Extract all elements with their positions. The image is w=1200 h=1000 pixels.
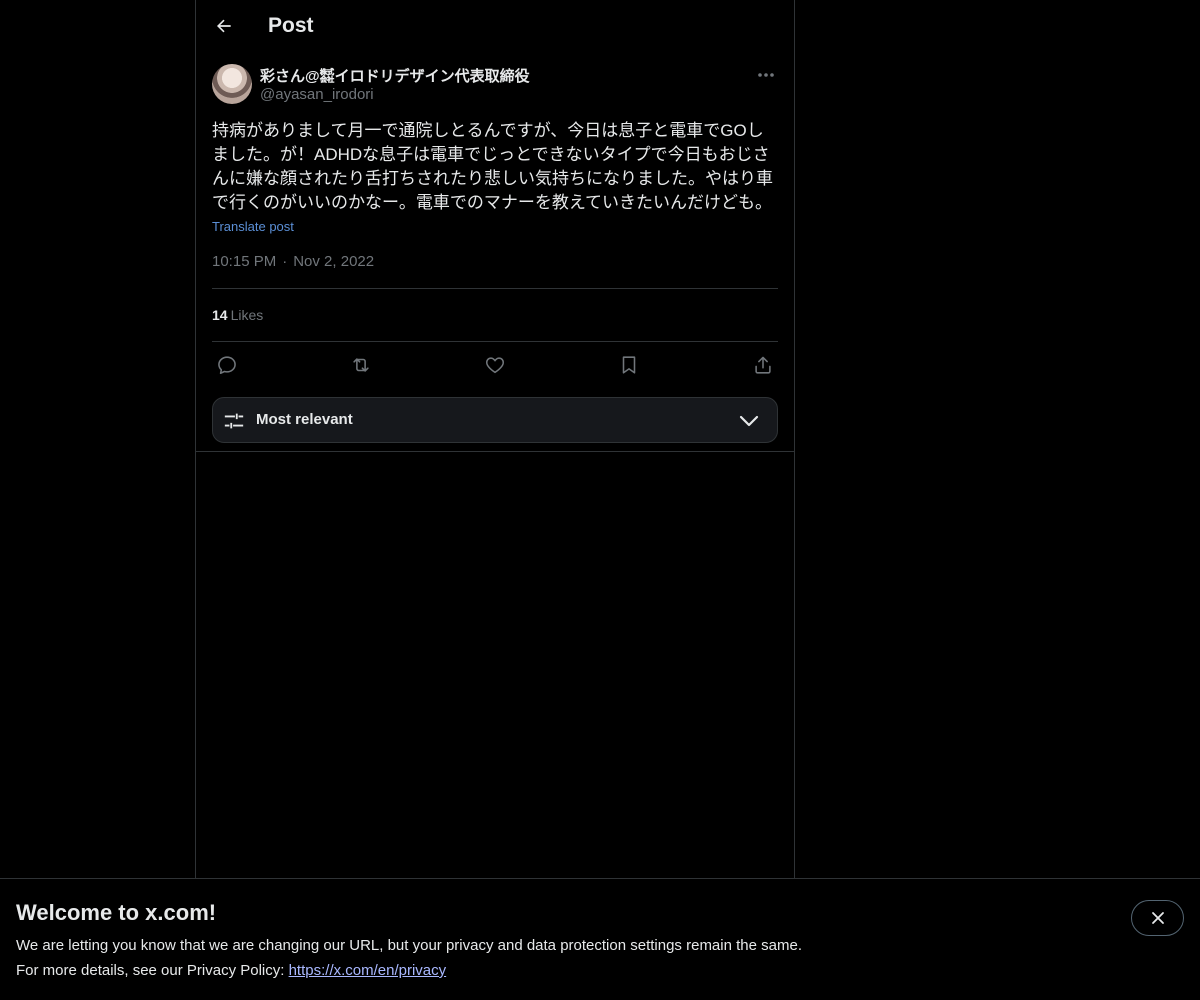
back-button[interactable] [207,9,241,43]
likes-label: Likes [230,307,264,323]
more-horizontal-icon [758,73,774,77]
banner-privacy-note: For more details, see our Privacy Policy… [16,962,446,979]
sort-label: Most relevant [256,411,353,428]
banner-title: Welcome to x.com! [16,900,217,925]
divider [196,451,794,452]
likes-count: 14 [212,307,228,323]
likes-count-link[interactable]: 14 Likes [212,307,263,323]
avatar[interactable] [212,64,252,104]
repost-icon [353,358,369,372]
repost-button[interactable] [346,352,376,378]
page-title: Post [268,14,314,37]
divider [212,288,778,289]
main-column: Post 彩さん@㍿イロドリデザイン代表取締役 @ayasan_irodori … [195,0,795,1000]
like-button[interactable] [480,352,510,378]
banner-close-button[interactable] [1131,900,1184,936]
arrow-left-icon [217,19,231,33]
reply-icon [218,356,236,375]
page-header: Post [196,0,794,54]
more-options-button[interactable] [754,64,778,86]
reply-sort-dropdown[interactable]: Most relevant [212,397,778,443]
sliders-icon [224,413,244,429]
reply-button[interactable] [212,352,242,378]
url-change-banner: Welcome to x.com! We are letting you kno… [0,878,1200,1000]
bookmark-button[interactable] [614,352,644,378]
banner-privacy-prefix: For more details, see our Privacy Policy… [16,962,289,979]
author-name[interactable]: 彩さん@㍿イロドリデザイン代表取締役 [260,65,530,86]
chevron-down-icon [739,415,759,427]
bookmark-icon [622,356,636,374]
post-date: Nov 2, 2022 [293,253,375,270]
share-icon [755,356,771,374]
share-button[interactable] [748,352,778,378]
heart-icon [485,357,505,374]
post-actions [212,352,778,378]
banner-message: We are letting you know that we are chan… [16,937,802,954]
post-text: 持病がありまして月一で通院しとるんですが、今日は息子と電車でGOしました。が！A… [212,121,773,212]
close-icon [1151,912,1164,924]
author-handle[interactable]: @ayasan_irodori [260,86,374,103]
translate-post-link[interactable]: Translate post [212,219,294,234]
timestamp-separator: · [282,253,288,270]
post-timestamp[interactable]: 10:15 PM · Nov 2, 2022 [212,253,374,270]
divider [212,341,778,342]
post-time: 10:15 PM [212,253,277,270]
privacy-policy-link[interactable]: https://x.com/en/privacy [289,962,447,979]
